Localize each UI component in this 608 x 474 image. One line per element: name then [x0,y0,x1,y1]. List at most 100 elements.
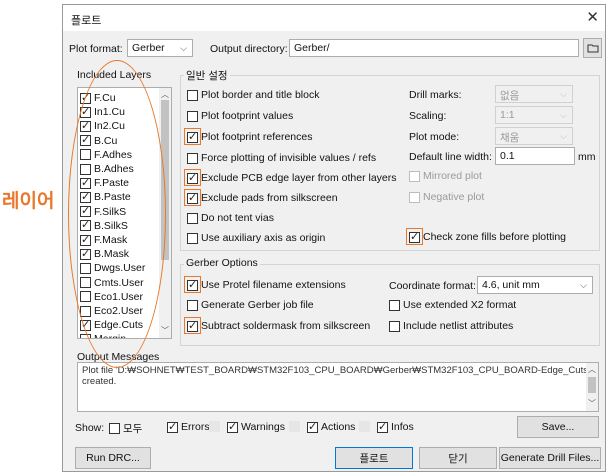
checkbox-box[interactable] [377,420,388,433]
checkbox-box[interactable] [409,191,420,203]
general-option-checkbox[interactable]: Force plotting of invisible values / ref… [187,152,376,164]
coordinate-format-select[interactable]: 4.6, unit mm ⌵ [477,276,593,294]
general-option-label: Do not tent vias [201,212,274,224]
general-option-label: Plot footprint references [201,131,313,143]
extended-x2-checkbox[interactable]: Use extended X2 format [389,299,516,311]
show-errors-label: Errors [181,421,210,433]
dialog-title: 플로트 [71,15,102,27]
checkbox-box[interactable] [187,152,198,164]
check-zone-fills-checkbox[interactable]: Check zone fills before plotting [409,230,566,243]
show-infos-checkbox[interactable]: Infos [377,420,414,433]
messages-scrollbar[interactable]: ︿ ﹀ [586,363,598,411]
actions-swatch [359,421,370,432]
general-option-label: Exclude PCB edge layer from other layers [201,172,397,184]
coordinate-format-label: Coordinate format: [389,280,476,292]
show-actions-checkbox[interactable]: Actions [307,420,356,433]
show-errors-checkbox[interactable]: Errors [167,420,210,433]
message-line: Plot file 'D:₩SOHNET₩TEST_BOARD₩STM32F10… [82,365,599,376]
line-width-label: Default line width: [409,151,492,163]
scroll-up-icon[interactable]: ︿ [588,364,596,375]
line-width-unit: mm [578,151,596,163]
subtract-soldermask-checkbox[interactable]: Subtract soldermask from silkscreen [187,319,371,332]
line-width-input[interactable]: 0.1 [495,147,575,165]
subtract-soldermask-label: Subtract soldermask from silkscreen [201,320,371,332]
show-infos-label: Infos [391,421,414,433]
annotation-oval [68,60,166,368]
scroll-up-icon[interactable]: ︿ [161,89,169,100]
drill-marks-value: 없음 [500,90,520,102]
generate-drill-files-button[interactable]: Generate Drill Files... [499,447,601,469]
chevron-down-icon: ⌵ [560,131,567,141]
gerber-job-checkbox[interactable]: Generate Gerber job file [187,299,314,311]
mirrored-plot-checkbox[interactable]: Mirrored plot [409,170,482,182]
show-all-label: 모두 [123,423,143,435]
mirrored-plot-label: Mirrored plot [423,170,482,182]
checkbox-box[interactable] [307,420,318,433]
highlight-box [406,228,423,245]
highlight-box [184,317,201,334]
close-button[interactable]: 닫기 [419,447,497,469]
gerber-job-label: Generate Gerber job file [201,299,314,311]
show-actions-label: Actions [321,421,356,433]
general-option-checkbox[interactable]: Plot footprint values [187,110,293,122]
output-messages-box[interactable]: Plot file 'D:₩SOHNET₩TEST_BOARD₩STM32F10… [77,362,599,412]
scroll-down-icon[interactable]: ﹀ [588,398,596,409]
highlight-box [184,189,201,206]
general-option-checkbox[interactable]: Exclude pads from silkscreen [187,191,338,204]
protel-extensions-checkbox[interactable]: Use Protel filename extensions [187,278,346,291]
plot-mode-label: Plot mode: [409,131,460,143]
general-option-checkbox[interactable]: Plot footprint references [187,130,313,143]
coordinate-format-value: 4.6, unit mm [482,279,540,291]
save-button[interactable]: Save... [517,416,599,438]
show-warnings-checkbox[interactable]: Warnings [227,420,285,433]
general-option-checkbox[interactable]: Exclude PCB edge layer from other layers [187,171,397,184]
output-dir-input[interactable]: Gerber/ [289,39,579,57]
checkbox-box[interactable] [187,212,198,224]
drill-marks-label: Drill marks: [409,89,462,101]
general-option-label: Force plotting of invisible values / ref… [201,152,377,164]
checkbox-box[interactable] [227,420,238,433]
checkbox-box[interactable] [187,299,198,311]
scaling-select[interactable]: 1:1 ⌵ [495,106,573,124]
scroll-thumb[interactable] [588,377,596,393]
checkbox-box[interactable] [167,420,178,433]
negative-plot-checkbox[interactable]: Negative plot [409,191,484,203]
checkbox-box[interactable] [389,299,400,311]
highlight-box [184,169,201,186]
close-icon[interactable]: ✕ [586,8,599,26]
netlist-attributes-checkbox[interactable]: Include netlist attributes [389,320,513,332]
protel-extensions-label: Use Protel filename extensions [201,279,346,291]
checkbox-box[interactable] [187,89,198,101]
gerber-options-title: Gerber Options [184,257,260,269]
run-drc-button[interactable]: Run DRC... [75,447,151,469]
netlist-attributes-label: Include netlist attributes [403,320,514,332]
errors-swatch [209,421,220,432]
plot-format-select[interactable]: Gerber ⌵ [127,39,193,57]
highlight-box [184,128,201,145]
chevron-down-icon: ⌵ [580,280,587,290]
general-option-checkbox[interactable]: Plot border and title block [187,89,319,101]
general-option-checkbox[interactable]: Do not tent vias [187,212,274,224]
show-all-checkbox[interactable]: 모두 [109,421,142,436]
plot-mode-select[interactable]: 채움 ⌵ [495,127,573,145]
highlight-box [184,276,201,293]
scaling-label: Scaling: [409,110,447,122]
browse-folder-button[interactable] [583,38,602,58]
checkbox-box[interactable] [109,423,120,434]
plot-button[interactable]: 플로트 [335,447,413,469]
drill-marks-select[interactable]: 없음 ⌵ [495,85,573,103]
plot-format-value: Gerber [132,42,165,54]
check-zone-fills-label: Check zone fills before plotting [423,231,566,243]
checkbox-box[interactable] [389,320,400,332]
warnings-swatch [289,421,300,432]
show-label: Show: [75,422,105,434]
plot-format-label: Plot format: [69,43,123,55]
checkbox-box[interactable] [187,110,198,122]
scroll-down-icon[interactable]: ﹀ [161,325,169,336]
checkbox-box[interactable] [187,232,198,244]
message-line: created. [82,376,117,387]
chevron-down-icon: ⌵ [180,43,187,53]
general-option-checkbox[interactable]: Use auxiliary axis as origin [187,232,325,244]
checkbox-box[interactable] [409,170,420,182]
general-option-label: Plot border and title block [201,89,320,101]
